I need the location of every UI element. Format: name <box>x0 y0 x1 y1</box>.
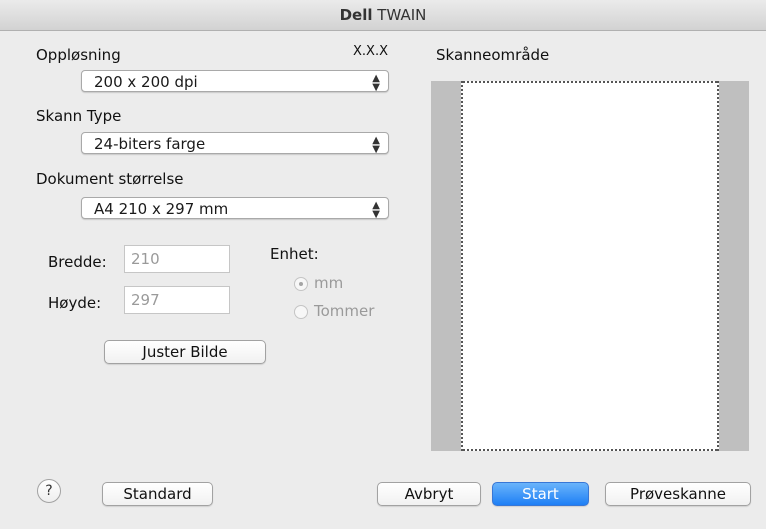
height-label: Høyde: <box>48 294 102 312</box>
width-label: Bredde: <box>48 253 107 271</box>
document-size-value: A4 210 x 297 mm <box>94 200 229 218</box>
scan-area-label: Skanneområde <box>436 46 550 64</box>
height-field[interactable]: 297 <box>124 286 230 314</box>
width-field[interactable]: 210 <box>124 245 230 273</box>
unit-mm-radio[interactable] <box>294 277 308 291</box>
up-down-chevron-icon: ▲ ▼ <box>372 73 380 93</box>
adjust-image-button[interactable]: Juster Bilde <box>104 340 266 364</box>
document-size-label: Dokument størrelse <box>36 170 184 188</box>
selection-top-edge <box>463 81 717 83</box>
unit-inch-radio[interactable] <box>294 305 308 319</box>
scan-type-label: Skann Type <box>36 107 122 125</box>
start-button[interactable]: Start <box>492 482 589 506</box>
resolution-label: Oppløsning <box>36 46 121 64</box>
question-mark-icon[interactable]: ? <box>37 479 61 503</box>
radio-selected-dot <box>299 282 303 286</box>
window-title-driver: TWAIN <box>377 6 427 24</box>
unit-label: Enhet: <box>270 245 319 263</box>
resolution-select[interactable]: 200 x 200 dpi ▲ ▼ <box>81 70 389 93</box>
window-titlebar: Dell TWAIN <box>0 0 766 31</box>
up-down-chevron-icon: ▲ ▼ <box>372 200 380 220</box>
scan-type-value: 24-biters farge <box>94 135 206 153</box>
preview-scan-button[interactable]: Prøveskanne <box>605 482 751 506</box>
up-down-chevron-icon: ▲ ▼ <box>372 135 380 155</box>
standard-button[interactable]: Standard <box>102 482 213 506</box>
twain-dialog: Dell TWAIN Oppløsning X.X.X 200 x 200 dp… <box>0 0 766 529</box>
cancel-button[interactable]: Avbryt <box>377 482 481 506</box>
selection-bottom-edge <box>463 449 717 451</box>
document-size-select[interactable]: A4 210 x 297 mm ▲ ▼ <box>81 197 389 220</box>
unit-mm-label: mm <box>314 274 344 292</box>
unit-inch-label: Tommer <box>314 302 375 320</box>
version-label: X.X.X <box>353 44 388 59</box>
scan-type-select[interactable]: 24-biters farge ▲ ▼ <box>81 132 389 155</box>
window-title-app: Dell <box>339 6 373 24</box>
scan-selection-frame[interactable] <box>461 81 719 451</box>
resolution-value: 200 x 200 dpi <box>94 73 198 91</box>
